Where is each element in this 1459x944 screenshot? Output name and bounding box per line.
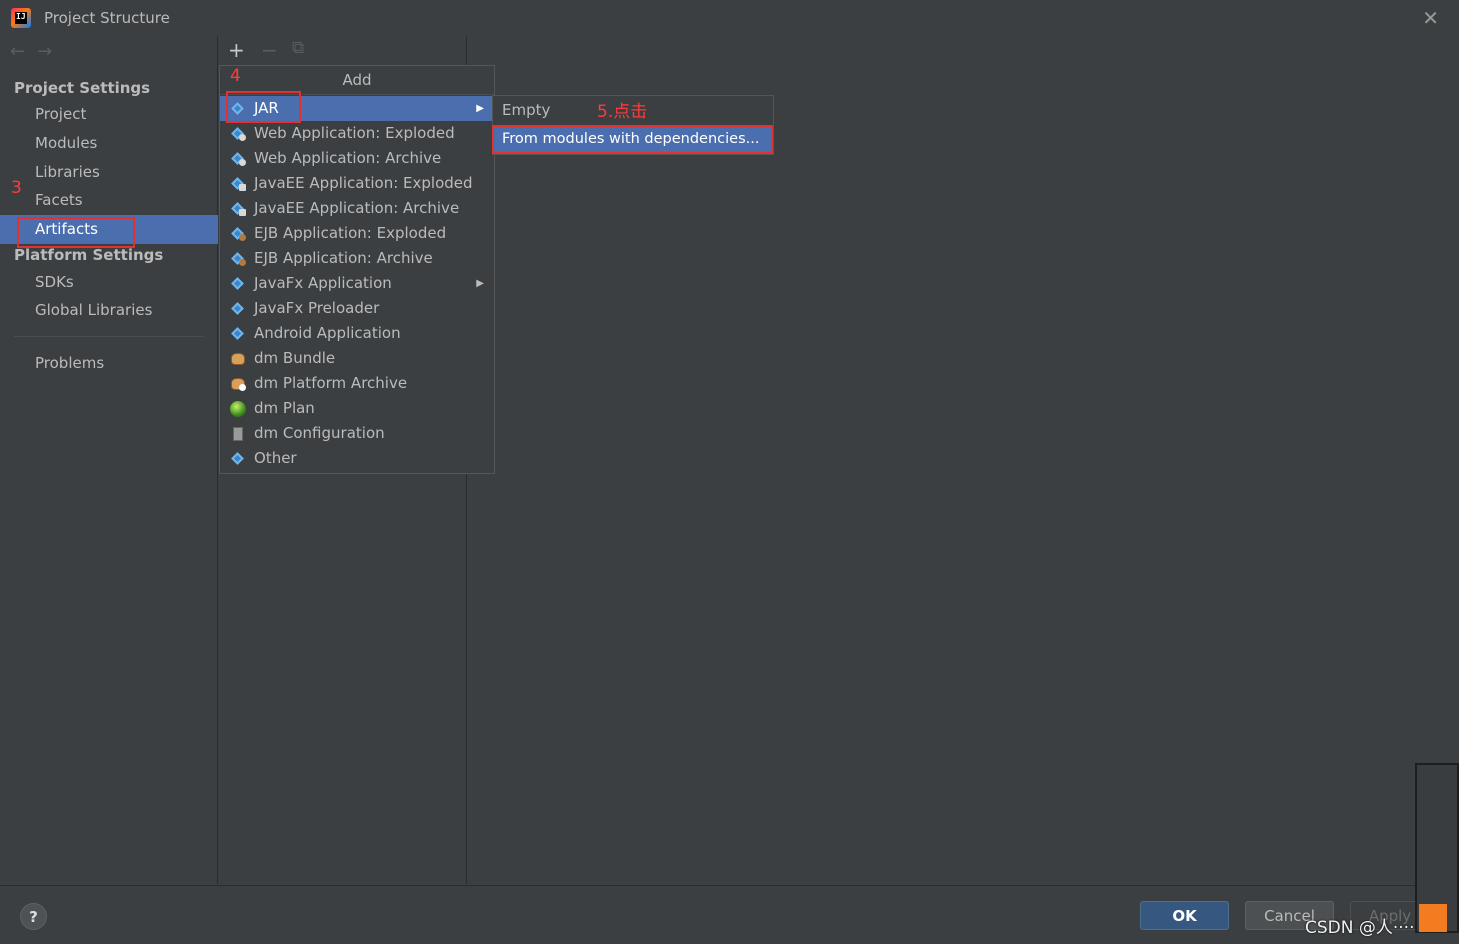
sidebar-item-project[interactable]: Project — [35, 105, 86, 123]
menu-item-label: EJB Application: Archive — [254, 249, 433, 267]
artifact-details-panel — [468, 36, 1459, 884]
annotation-step-5: 5.点击 — [597, 102, 648, 122]
help-button[interactable]: ? — [20, 903, 47, 930]
ejb-icon — [230, 251, 246, 266]
menu-item-javafx-application[interactable]: JavaFx Application ▶ — [220, 271, 494, 296]
javafx-icon — [230, 301, 245, 316]
menu-item-ejb-exploded[interactable]: EJB Application: Exploded — [220, 221, 494, 246]
web-app-icon — [230, 151, 246, 166]
sidebar-selection-highlight — [0, 215, 218, 244]
orange-app-icon — [1419, 904, 1447, 932]
web-app-icon — [230, 126, 246, 141]
menu-item-label: JavaEE Application: Exploded — [254, 174, 473, 192]
sidebar-item-libraries[interactable]: Libraries — [35, 163, 100, 181]
menu-item-jar[interactable]: JAR ▶ — [220, 96, 494, 121]
menu-title: Add — [220, 66, 494, 95]
javaee-icon — [230, 176, 246, 191]
menu-item-label: EJB Application: Exploded — [254, 224, 447, 242]
sidebar-item-facets[interactable]: Facets — [35, 191, 83, 209]
add-popup-menu: Add JAR ▶ Web Application: Exploded Web … — [219, 65, 495, 474]
menu-item-javaee-exploded[interactable]: JavaEE Application: Exploded — [220, 171, 494, 196]
dialog-footer: ? OK Cancel Apply CSDN @人····· — [0, 885, 1459, 944]
ejb-icon — [230, 226, 246, 241]
dm-plan-globe-icon — [230, 401, 246, 417]
menu-item-label: Android Application — [254, 324, 401, 342]
annotation-step-3: 3 — [11, 178, 22, 198]
intellij-app-icon: IJ — [11, 8, 31, 28]
dm-config-doc-icon — [230, 426, 245, 441]
menu-item-label: JavaEE Application: Archive — [254, 199, 460, 217]
menu-item-label: dm Platform Archive — [254, 374, 408, 392]
sidebar-item-problems[interactable]: Problems — [35, 354, 104, 372]
menu-item-dm-plan[interactable]: dm Plan — [220, 396, 494, 421]
menu-item-label: JavaFx Preloader — [254, 299, 380, 317]
submenu-arrow-icon: ▶ — [476, 278, 484, 289]
menu-item-label: JAR — [254, 99, 279, 117]
menu-item-web-exploded[interactable]: Web Application: Exploded — [220, 121, 494, 146]
menu-item-dm-bundle[interactable]: dm Bundle — [220, 346, 494, 371]
ok-button[interactable]: OK — [1140, 901, 1229, 930]
nav-arrows: ←→ — [10, 41, 64, 62]
annotation-step-4: 4 — [230, 66, 241, 86]
menu-item-label: dm Bundle — [254, 349, 336, 367]
dm-archive-icon — [230, 376, 246, 391]
close-icon[interactable]: ✕ — [1422, 6, 1439, 30]
sidebar-item-modules[interactable]: Modules — [35, 134, 97, 152]
project-settings-heading: Project Settings — [14, 79, 151, 97]
menu-item-dm-configuration[interactable]: dm Configuration — [220, 421, 494, 446]
menu-item-label: Other — [254, 449, 297, 467]
add-icon[interactable]: + — [228, 38, 245, 62]
copy-icon[interactable]: ⧉ — [292, 38, 304, 58]
sidebar-item-artifacts[interactable]: Artifacts — [35, 220, 98, 238]
menu-item-javafx-preloader[interactable]: JavaFx Preloader — [220, 296, 494, 321]
csdn-watermark: CSDN @人····· — [1305, 918, 1420, 938]
menu-item-label: dm Configuration — [254, 424, 385, 442]
menu-item-label: dm Plan — [254, 399, 315, 417]
menu-item-label: Web Application: Archive — [254, 149, 442, 167]
settings-sidebar: ←→ Project Settings Project Modules Libr… — [0, 36, 218, 884]
forward-arrow-icon[interactable]: → — [37, 41, 64, 62]
menu-item-other[interactable]: Other — [220, 446, 494, 471]
back-arrow-icon[interactable]: ← — [10, 41, 37, 62]
javafx-icon — [230, 276, 245, 291]
sidebar-item-sdks[interactable]: SDKs — [35, 273, 74, 291]
remove-icon[interactable]: − — [261, 38, 278, 62]
android-icon — [230, 326, 245, 341]
menu-item-web-archive[interactable]: Web Application: Archive — [220, 146, 494, 171]
menu-item-javaee-archive[interactable]: JavaEE Application: Archive — [220, 196, 494, 221]
title-bar: IJ Project Structure ✕ — [0, 0, 1459, 36]
sidebar-divider — [14, 336, 204, 337]
other-diamond-icon — [230, 451, 245, 466]
window-title: Project Structure — [44, 9, 170, 27]
menu-item-ejb-archive[interactable]: EJB Application: Archive — [220, 246, 494, 271]
submenu-item-from-modules[interactable]: From modules with dependencies... — [493, 126, 773, 153]
menu-item-android-application[interactable]: Android Application — [220, 321, 494, 346]
menu-item-label: JavaFx Application — [254, 274, 392, 292]
jar-diamond-icon — [230, 101, 245, 116]
dm-bundle-icon — [230, 351, 245, 366]
sidebar-item-global-libraries[interactable]: Global Libraries — [35, 301, 152, 319]
submenu-arrow-icon: ▶ — [476, 103, 484, 114]
platform-settings-heading: Platform Settings — [14, 246, 164, 264]
menu-item-dm-platform-archive[interactable]: dm Platform Archive — [220, 371, 494, 396]
menu-item-label: Web Application: Exploded — [254, 124, 455, 142]
javaee-icon — [230, 201, 246, 216]
